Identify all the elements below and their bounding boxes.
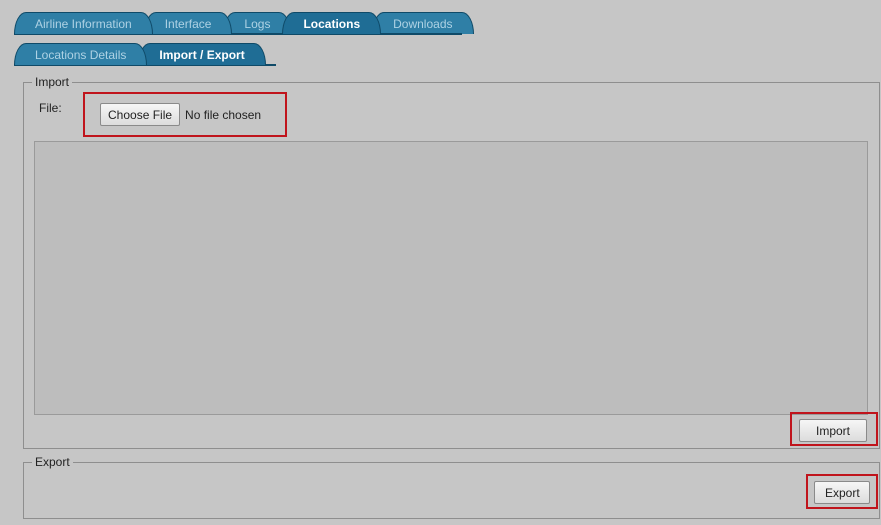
tab-locations-details[interactable]: Locations Details — [14, 43, 148, 65]
export-legend: Export — [35, 455, 70, 469]
import-button[interactable]: Import — [799, 419, 867, 442]
file-picker: Choose File No file chosen — [100, 103, 261, 126]
tab-locations[interactable]: Locations — [282, 12, 382, 34]
tab-interface[interactable]: Interface — [143, 12, 233, 34]
tab-downloads[interactable]: Downloads — [372, 12, 474, 34]
sub-tab-bar: Locations Details Import / Export — [14, 43, 266, 65]
file-status-text: No file chosen — [185, 107, 262, 122]
tab-airline-information[interactable]: Airline Information — [14, 12, 153, 34]
tab-import-export[interactable]: Import / Export — [138, 43, 266, 65]
page: Airline Information Interface Logs Locat… — [0, 0, 881, 525]
export-fieldset: Export — [23, 455, 880, 519]
tab-logs[interactable]: Logs — [223, 12, 292, 34]
file-label: File: — [39, 101, 62, 115]
choose-file-button[interactable]: Choose File — [100, 103, 181, 126]
import-legend: Import — [35, 75, 70, 89]
main-tab-bar: Airline Information Interface Logs Locat… — [14, 12, 474, 34]
import-textarea[interactable] — [34, 141, 868, 415]
export-button[interactable]: Export — [814, 481, 870, 504]
